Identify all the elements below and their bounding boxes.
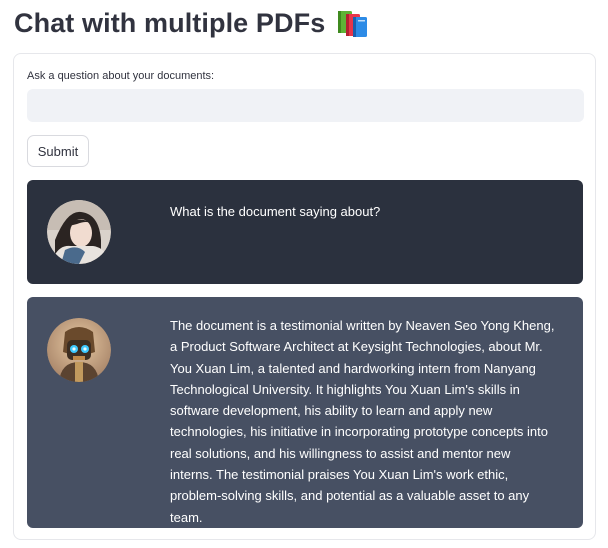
submit-button[interactable]: Submit (27, 135, 89, 167)
page-title: Chat with multiple PDFs (14, 4, 369, 42)
books-icon (335, 8, 369, 38)
chat-message-bot: The document is a testimonial written by… (27, 297, 583, 528)
bot-avatar (47, 318, 111, 382)
user-avatar (47, 200, 111, 264)
user-message-text: What is the document saying about? (170, 204, 381, 219)
page-title-text: Chat with multiple PDFs (14, 8, 326, 38)
bot-message-text: The document is a testimonial written by… (170, 318, 555, 525)
chat-message-user: What is the document saying about? (27, 180, 583, 284)
question-input[interactable] (27, 89, 584, 122)
chat-form: Ask a question about your documents: Sub… (13, 53, 596, 540)
question-label: Ask a question about your documents: (27, 70, 215, 82)
